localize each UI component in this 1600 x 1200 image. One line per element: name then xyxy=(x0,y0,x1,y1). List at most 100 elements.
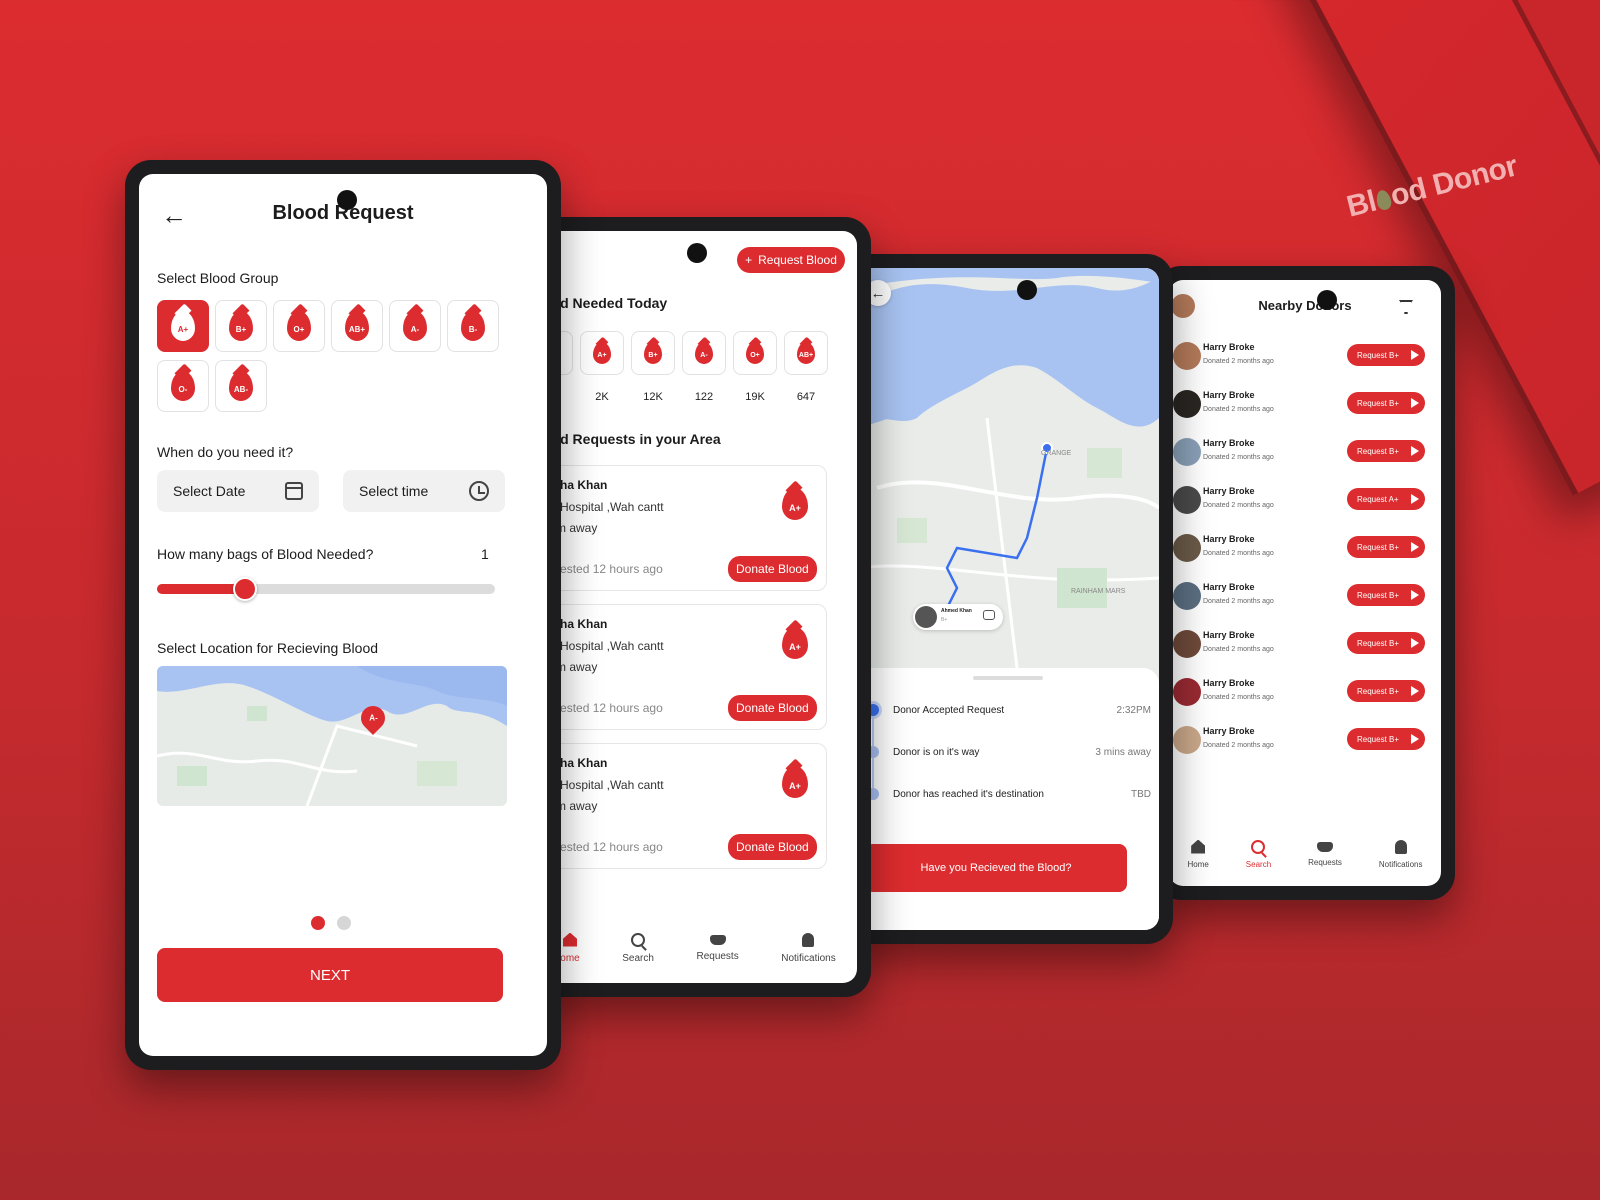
bottom-tab-bar: Home Search Requests Notifications xyxy=(1169,822,1441,886)
blood-drop-icon: A+ xyxy=(782,766,808,798)
request-card[interactable]: yesha Khan OF Hospital ,Wah cantt 2 km awa… xyxy=(539,604,827,730)
request-donor-button[interactable]: Request B+ xyxy=(1347,728,1425,750)
donate-blood-button[interactable]: Donate Blood xyxy=(728,834,817,860)
donor-avatar xyxy=(1173,390,1201,418)
blood-group-option[interactable]: B+ xyxy=(215,300,267,352)
request-donor-button[interactable]: Request B+ xyxy=(1347,584,1425,606)
blood-stat-cell[interactable]: A- xyxy=(682,331,726,375)
blood-group-option[interactable]: B- xyxy=(447,300,499,352)
phone-home: + Request Blood ood Needed Today O-42A+2… xyxy=(525,217,871,997)
send-icon xyxy=(1411,350,1419,360)
donor-donated-text: Donated 2 months ago xyxy=(1203,598,1274,605)
step-label: Donor Accepted Request xyxy=(893,705,1005,716)
tracking-map[interactable]: GRANGE RAINHAM MARS Ahmed Khan B+ xyxy=(857,268,1159,688)
request-donor-button[interactable]: Request B+ xyxy=(1347,344,1425,366)
blood-drop-label: A+ xyxy=(789,642,801,652)
tab-search[interactable]: Search xyxy=(1246,839,1271,869)
request-donor-label: Request B+ xyxy=(1357,542,1400,552)
blood-drop-icon: A+ xyxy=(782,488,808,520)
donate-blood-button[interactable]: Donate Blood xyxy=(728,695,817,721)
donor-donated-text: Donated 2 months ago xyxy=(1203,502,1274,509)
tab-home[interactable]: ome xyxy=(560,932,580,964)
requests-icon xyxy=(1317,841,1334,852)
calendar-icon xyxy=(285,482,303,500)
donate-blood-button[interactable]: Donate Blood xyxy=(728,556,817,582)
request-donor-button[interactable]: Request A+ xyxy=(1347,488,1425,510)
bags-slider-fill xyxy=(157,584,245,594)
date-placeholder: Select Date xyxy=(173,483,246,499)
chat-icon[interactable] xyxy=(983,610,995,620)
camera-notch xyxy=(1317,290,1337,310)
page-dot xyxy=(337,916,351,930)
request-card[interactable]: yesha Khan OF Hospital ,Wah cantt 2 km awa… xyxy=(539,465,827,591)
donor-name: Harry Broke xyxy=(1203,534,1255,544)
tracking-sheet: Donor Accepted Request 2:32PM Donor is on … xyxy=(857,668,1159,930)
donor-avatar xyxy=(1173,678,1201,706)
blood-drop-icon: A+ xyxy=(593,342,611,364)
blood-drop-icon: B+ xyxy=(229,311,253,341)
donor-row[interactable]: Harry Broke Donated 2 months ago Request B… xyxy=(1169,626,1441,670)
tab-requests[interactable]: Requests xyxy=(696,934,739,962)
donor-avatar xyxy=(1173,582,1201,610)
home-icon xyxy=(1191,839,1206,854)
request-blood-label: Request Blood xyxy=(758,253,837,267)
location-label: Select Location for Recieving Blood xyxy=(157,640,379,656)
bags-slider[interactable] xyxy=(157,577,495,601)
next-button[interactable]: NEXT xyxy=(157,948,503,1002)
request-donor-button[interactable]: Request B+ xyxy=(1347,392,1425,414)
bags-value: 1 xyxy=(481,546,489,562)
blood-group-option[interactable]: AB- xyxy=(215,360,267,412)
blood-group-option[interactable]: A+ xyxy=(157,300,209,352)
request-card[interactable]: yesha Khan OF Hospital ,Wah cantt 2 km awa… xyxy=(539,743,827,869)
request-donor-button[interactable]: Request B+ xyxy=(1347,680,1425,702)
donor-row[interactable]: Harry Broke Donated 2 months ago Request B… xyxy=(1169,722,1441,766)
donor-avatar xyxy=(1173,486,1201,514)
tab-label: Requests xyxy=(696,950,739,962)
request-donor-button[interactable]: Request B+ xyxy=(1347,632,1425,654)
blood-group-option[interactable]: O+ xyxy=(273,300,325,352)
send-icon xyxy=(1411,686,1419,696)
received-blood-button[interactable]: Have you Recieved the Blood? xyxy=(865,844,1127,892)
blood-stat-cell[interactable]: O+ xyxy=(733,331,777,375)
donor-name: Harry Broke xyxy=(1203,390,1255,400)
donor-row[interactable]: Harry Broke Donated 2 months ago Request B… xyxy=(1169,434,1441,478)
donor-row[interactable]: Harry Broke Donated 2 months ago Request B… xyxy=(1169,338,1441,382)
camera-notch xyxy=(1017,280,1037,300)
request-donor-button[interactable]: Request B+ xyxy=(1347,440,1425,462)
blood-drop-label: B- xyxy=(468,325,478,334)
donor-row[interactable]: Harry Broke Donated 2 months ago Request B… xyxy=(1169,386,1441,430)
bags-label: How many bags of Blood Needed? xyxy=(157,546,374,562)
donor-donated-text: Donated 2 months ago xyxy=(1203,742,1274,749)
donor-tag-name: Ahmed Khan xyxy=(941,608,972,614)
time-picker[interactable]: Select time xyxy=(343,470,505,512)
blood-drop-label: AB+ xyxy=(798,352,814,359)
blood-stat-cell[interactable]: AB+ xyxy=(784,331,828,375)
sheet-handle[interactable] xyxy=(973,676,1043,680)
tab-notifications[interactable]: Notifications xyxy=(781,932,836,964)
tab-home[interactable]: Home xyxy=(1187,839,1209,869)
donor-row[interactable]: Harry Broke Donated 2 months ago Request B… xyxy=(1169,674,1441,718)
tab-requests[interactable]: Requests xyxy=(1308,841,1342,867)
blood-stat-cell[interactable]: A+ xyxy=(580,331,624,375)
blood-group-option[interactable]: O- xyxy=(157,360,209,412)
request-donor-label: Request B+ xyxy=(1357,686,1400,696)
request-donor-label: Request B+ xyxy=(1357,590,1400,600)
blood-drop-label: AB- xyxy=(233,385,249,394)
blood-group-option[interactable]: A- xyxy=(389,300,441,352)
location-map[interactable]: A- xyxy=(157,666,507,806)
donor-row[interactable]: Harry Broke Donated 2 months ago Request B… xyxy=(1169,530,1441,574)
bottom-tab-bar: ome Search Requests Notifications xyxy=(539,913,857,983)
blood-group-option[interactable]: AB+ xyxy=(331,300,383,352)
blood-stat-cell[interactable]: B+ xyxy=(631,331,675,375)
tab-notifications[interactable]: Notifications xyxy=(1379,839,1422,869)
donor-row[interactable]: Harry Broke Donated 2 months ago Request A… xyxy=(1169,482,1441,526)
donor-donated-text: Donated 2 months ago xyxy=(1203,358,1274,365)
donor-row[interactable]: Harry Broke Donated 2 months ago Request B… xyxy=(1169,578,1441,622)
tab-search[interactable]: Search xyxy=(622,932,654,964)
bags-slider-thumb[interactable] xyxy=(232,577,257,601)
request-donor-button[interactable]: Request B+ xyxy=(1347,536,1425,558)
donor-donated-text: Donated 2 months ago xyxy=(1203,694,1274,701)
blood-drop-icon: AB+ xyxy=(797,342,815,364)
request-blood-button[interactable]: + Request Blood xyxy=(737,247,845,273)
date-picker[interactable]: Select Date xyxy=(157,470,319,512)
